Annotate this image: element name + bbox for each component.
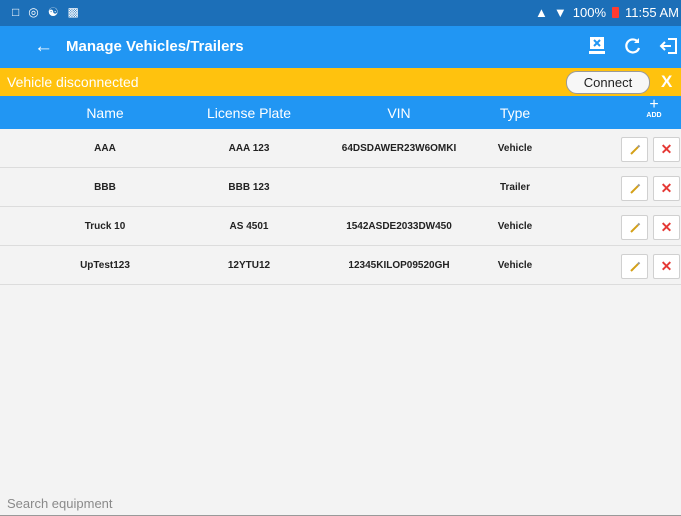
- close-icon: ✕: [660, 141, 673, 157]
- location-icon: ◎: [28, 5, 39, 19]
- pencil-icon: [629, 222, 640, 233]
- connect-button[interactable]: Connect: [566, 71, 650, 94]
- cell-vin: 12345KILOP09520GH: [348, 260, 450, 271]
- header-type: Type: [499, 105, 531, 121]
- back-arrow-icon[interactable]: ←: [34, 36, 53, 58]
- edit-button[interactable]: [621, 176, 648, 201]
- clock: 11:55 AM: [625, 5, 679, 20]
- edit-button[interactable]: [621, 215, 648, 240]
- banner-message: Vehicle disconnected: [7, 74, 139, 90]
- cell-plate: AAA 123: [228, 143, 270, 154]
- app-bar: ← Manage Vehicles/Trailers: [0, 26, 681, 68]
- plus-icon: +: [649, 96, 659, 113]
- close-icon: ✕: [660, 180, 673, 196]
- cell-type: Trailer: [499, 182, 531, 193]
- delete-button[interactable]: ✕: [653, 137, 680, 162]
- delete-button[interactable]: ✕: [653, 176, 680, 201]
- close-banner-button[interactable]: X: [661, 72, 672, 92]
- search-input[interactable]: [7, 494, 667, 512]
- cell-plate: BBB 123: [228, 182, 270, 193]
- cell-vin: 64DSDAWER23W6OMKI: [341, 143, 457, 154]
- bluetooth-icon: ☯: [47, 5, 59, 19]
- pencil-icon: [629, 261, 640, 272]
- pencil-icon: [629, 183, 640, 194]
- search-bar: [0, 492, 681, 516]
- refresh-icon[interactable]: [621, 32, 645, 60]
- header-name: Name: [86, 105, 124, 121]
- edit-button[interactable]: [621, 254, 648, 279]
- table-row[interactable]: Truck 10 AS 4501 1542ASDE2033DW450 Vehic…: [0, 207, 681, 246]
- close-icon: ✕: [660, 258, 673, 274]
- table-row[interactable]: AAA AAA 123 64DSDAWER23W6OMKI Vehicle ✕: [0, 129, 681, 168]
- disconnect-banner: Vehicle disconnected Connect X: [0, 68, 681, 96]
- wifi-icon: ▼: [553, 5, 567, 20]
- cell-plate: 12YTU12: [227, 260, 271, 271]
- header-license-plate: License Plate: [206, 105, 292, 121]
- table-row[interactable]: BBB BBB 123 Trailer ✕: [0, 168, 681, 207]
- status-right: ▲ ▼ 100% 11:55 AM: [535, 5, 679, 20]
- battery-percent: 100%: [572, 5, 607, 20]
- device-disconnect-icon[interactable]: [585, 32, 609, 60]
- signal-icon: ▲: [535, 5, 548, 20]
- battery-icon: [612, 7, 620, 18]
- cell-vin: 1542ASDE2033DW450: [346, 221, 452, 232]
- close-icon: ✕: [660, 219, 673, 235]
- cell-plate: AS 4501: [229, 221, 269, 232]
- cell-type: Vehicle: [497, 221, 533, 232]
- logout-icon[interactable]: [657, 32, 681, 60]
- cell-name: UpTest123: [80, 260, 130, 271]
- status-bar: □ ◎ ☯ ▩ ▲ ▼ 100% 11:55 AM: [0, 0, 681, 26]
- cell-name: AAA: [94, 143, 116, 154]
- table-header: Name License Plate VIN Type + ADD: [0, 96, 681, 129]
- edit-button[interactable]: [621, 137, 648, 162]
- cell-name: Truck 10: [84, 221, 126, 232]
- status-left-icons: □ ◎ ☯ ▩: [12, 5, 79, 19]
- equipment-list: AAA AAA 123 64DSDAWER23W6OMKI Vehicle ✕ …: [0, 129, 681, 285]
- cell-type: Vehicle: [497, 260, 533, 271]
- table-row[interactable]: UpTest123 12YTU12 12345KILOP09520GH Vehi…: [0, 246, 681, 285]
- notification-icon: □: [12, 5, 20, 19]
- pencil-icon: [629, 144, 640, 155]
- add-button[interactable]: + ADD: [646, 96, 662, 120]
- header-vin: VIN: [387, 105, 411, 121]
- image-icon: ▩: [67, 5, 79, 19]
- cell-type: Vehicle: [497, 143, 533, 154]
- app-bar-actions: [585, 32, 681, 60]
- delete-button[interactable]: ✕: [653, 215, 680, 240]
- cell-name: BBB: [94, 182, 116, 193]
- page-title: Manage Vehicles/Trailers: [66, 38, 244, 55]
- delete-button[interactable]: ✕: [653, 254, 680, 279]
- add-label: ADD: [646, 112, 662, 119]
